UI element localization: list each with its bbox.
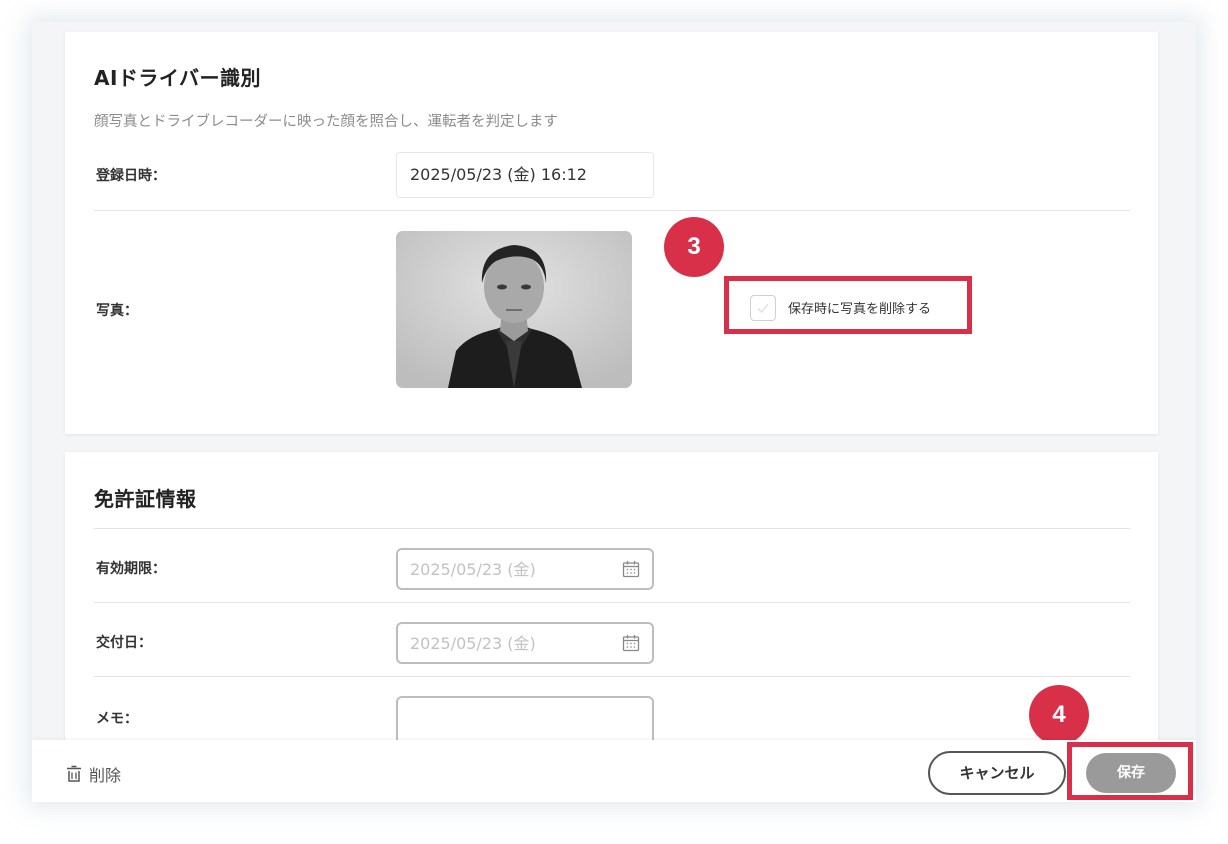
step-badge-3: 3 [664,217,724,277]
calendar-icon[interactable] [622,634,640,652]
divider [94,528,1130,529]
memo-label: メモ： [96,711,138,727]
delete-photo-option[interactable]: 保存時に写真を削除する [724,276,972,334]
delete-photo-label: 保存時に写真を削除する [788,302,932,317]
section-title-ai-driver: AIドライバー識別 [94,66,262,90]
registered-date-label: 登録日時： [96,168,166,184]
checkmark-icon [757,303,769,314]
expiry-date-field[interactable] [396,548,654,590]
divider [94,676,1130,677]
edit-driver-panel: AIドライバー識別 顔写真とドライブレコーダーに映った顔を照合し、運転者を判定し… [32,22,1196,802]
divider [94,210,1130,211]
expiry-date-input[interactable] [410,558,610,580]
driver-photo [396,231,632,388]
ai-driver-card: AIドライバー識別 顔写真とドライブレコーダーに映った顔を照合し、運転者を判定し… [65,32,1158,434]
step-badge-4: 4 [1029,685,1089,745]
expiry-date-label: 有効期限： [96,561,166,577]
issue-date-label: 交付日： [96,635,152,651]
calendar-icon[interactable] [622,560,640,578]
photo-label: 写真： [96,303,138,319]
divider [94,602,1130,603]
save-button[interactable]: 保存 [1086,753,1176,793]
save-button-highlight: 保存 [1067,742,1193,800]
issue-date-input[interactable] [410,632,610,654]
delete-button[interactable]: 削除 [65,762,121,786]
section-description: 顔写真とドライブレコーダーに映った顔を照合し、運転者を判定します [94,114,558,130]
section-title-license: 免許証情報 [94,487,197,511]
delete-label: 削除 [89,766,122,785]
cancel-button[interactable]: キャンセル [928,751,1066,795]
registered-date-value: 2025/05/23 (金) 16:12 [396,152,654,198]
footer-bar: 削除 キャンセル 保存 [32,740,1196,802]
issue-date-field[interactable] [396,622,654,664]
delete-photo-checkbox[interactable] [750,295,776,321]
trash-icon [67,765,81,782]
